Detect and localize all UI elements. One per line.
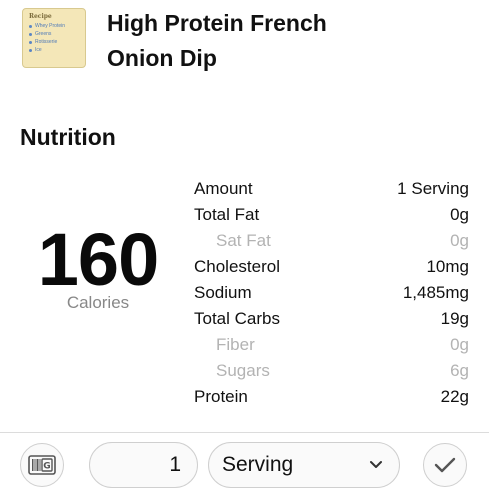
nutrient-value: 22g [440, 387, 469, 406]
nutrition-row-sugars: Sugars 6g [194, 358, 469, 384]
chevron-down-icon [370, 461, 382, 468]
nutrition-row-cholesterol: Cholesterol 10mg [194, 254, 469, 280]
recipe-card-line: Whey Protein [29, 23, 79, 29]
recipe-card-line-text: Whey Protein [35, 23, 66, 29]
bullet-icon [29, 40, 32, 44]
unit-select-value: Serving [222, 453, 294, 476]
barcode-scan-button[interactable]: G [20, 443, 64, 487]
nutrient-label: Sugars [216, 361, 270, 380]
recipe-title-line: Onion Dip [107, 45, 217, 71]
unit-select[interactable]: Serving [208, 442, 400, 488]
nutrition-row-sat-fat: Sat Fat 0g [194, 228, 469, 254]
nutrition-row-total-carbs: Total Carbs 19g [194, 306, 469, 332]
recipe-card-line: Greens [29, 31, 79, 37]
bullet-icon [29, 24, 32, 28]
nutrient-label: Total Fat [194, 205, 260, 224]
nutrient-label: Protein [194, 387, 248, 406]
nutrient-label: Sodium [194, 283, 252, 302]
confirm-button[interactable] [423, 443, 467, 487]
nutrient-value: 10mg [426, 257, 469, 276]
nutrition-row-sodium: Sodium 1,485mg [194, 280, 469, 306]
serving-toolbar: G Serving [0, 432, 489, 490]
quantity-input[interactable] [89, 442, 198, 488]
nutrient-value: 6g [450, 361, 469, 380]
nutrient-label: Fiber [216, 335, 255, 354]
recipe-card-line: Ice [29, 47, 79, 53]
nutrition-table: Amount 1 Serving Total Fat 0g Sat Fat 0g… [194, 176, 469, 410]
recipe-card-line-text: Greens [35, 31, 52, 37]
svg-text:G: G [43, 462, 50, 472]
recipe-card-title: Recipe [29, 13, 52, 20]
checkmark-icon [434, 457, 456, 473]
recipe-title: High Protein French Onion Dip [107, 6, 477, 76]
amount-header: Amount [194, 179, 253, 198]
bullet-icon [29, 48, 32, 52]
calories-label: Calories [66, 293, 130, 312]
recipe-title-line: High Protein French [107, 10, 327, 36]
recipe-card-line-text: Ice [35, 47, 42, 53]
recipe-card-line-text: Rotisserie [35, 39, 58, 45]
nutrient-value: 19g [440, 309, 469, 328]
nutrition-row-fiber: Fiber 0g [194, 332, 469, 358]
nutrition-row-protein: Protein 22g [194, 384, 469, 410]
recipe-card-icon: Recipe Whey Protein Greens Rotisserie Ic… [22, 8, 86, 68]
bullet-icon [29, 32, 32, 36]
nutrition-heading: Nutrition [20, 124, 116, 150]
nutrient-value: 1,485mg [402, 283, 469, 302]
nutrient-label: Cholesterol [194, 257, 280, 276]
nutrient-value: 0g [450, 231, 469, 250]
nutrient-value: 0g [450, 335, 469, 354]
barcode-scan-icon: G [28, 455, 56, 475]
nutrient-label: Total Carbs [194, 309, 280, 328]
nutrient-label: Sat Fat [216, 231, 271, 250]
serving-header: 1 Serving [397, 179, 469, 198]
nutrient-value: 0g [450, 205, 469, 224]
nutrition-row-total-fat: Total Fat 0g [194, 202, 469, 228]
nutrition-header-row: Amount 1 Serving [194, 176, 469, 202]
calories-value: 160 [37, 218, 159, 301]
recipe-card-line: Rotisserie [29, 39, 79, 45]
